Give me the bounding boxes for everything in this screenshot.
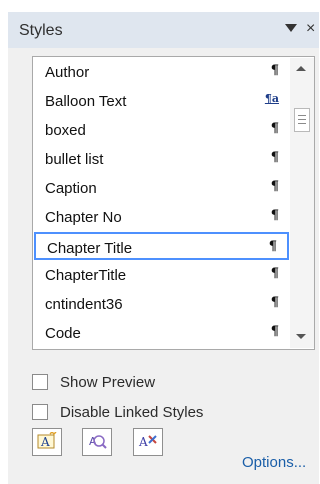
paragraph-mark-icon: ¶ <box>270 150 279 165</box>
paragraph-mark-icon: ¶ <box>270 63 279 78</box>
show-preview-option[interactable]: Show Preview <box>32 371 155 393</box>
style-label: cntindent36 <box>45 296 123 313</box>
close-icon[interactable]: × <box>306 20 315 38</box>
show-preview-checkbox[interactable] <box>32 374 48 390</box>
scroll-down-icon[interactable] <box>296 334 306 339</box>
disable-linked-styles-label: Disable Linked Styles <box>60 403 204 421</box>
style-item-chapter-title[interactable]: Chapter Title ¶ <box>34 232 289 260</box>
style-label: Author <box>45 64 90 81</box>
paragraph-mark-icon: ¶ <box>270 295 279 310</box>
paragraph-mark-icon: ¶ <box>270 266 279 281</box>
styles-list-scrollbar[interactable] <box>290 58 314 348</box>
style-item-cntindent36[interactable]: cntindent36 ¶ <box>34 290 289 318</box>
paragraph-mark-icon: ¶ <box>270 324 279 339</box>
style-item-caption[interactable]: Caption ¶ <box>34 174 289 202</box>
pane-menu-icon[interactable] <box>285 24 297 32</box>
style-label: ChapterTitle <box>45 267 127 284</box>
thumb-grip-line <box>298 115 306 116</box>
style-inspector-button[interactable]: A <box>82 428 112 456</box>
manage-styles-icon: A <box>138 435 157 449</box>
style-item-author[interactable]: Author ¶ <box>34 58 289 86</box>
svg-text:A: A <box>40 435 50 449</box>
svg-text:A: A <box>138 435 148 449</box>
style-label: boxed <box>45 122 86 139</box>
style-label: Caption <box>45 180 97 197</box>
manage-styles-button[interactable]: A <box>133 428 163 456</box>
linked-style-icon: ¶a <box>264 92 279 105</box>
disable-linked-styles-checkbox[interactable] <box>32 404 48 420</box>
style-label: Balloon Text <box>45 93 127 110</box>
scroll-up-icon[interactable] <box>296 66 306 71</box>
paragraph-mark-icon: ¶ <box>270 179 279 194</box>
style-label: Chapter No <box>45 209 122 226</box>
paragraph-mark-icon: ¶ <box>270 121 279 136</box>
top-strip <box>0 0 319 12</box>
show-preview-label: Show Preview <box>60 373 156 391</box>
thumb-grip-line <box>298 123 306 124</box>
disable-linked-styles-option[interactable]: Disable Linked Styles <box>32 401 203 423</box>
style-label: bullet list <box>45 151 104 168</box>
styles-list[interactable]: Author ¶ Balloon Text ¶a boxed ¶ bullet … <box>32 56 315 350</box>
pane-title: Styles <box>19 22 63 39</box>
style-item-chaptertitle[interactable]: ChapterTitle ¶ <box>34 261 289 289</box>
paragraph-mark-icon: ¶ <box>270 208 279 223</box>
pane-left-border <box>0 12 8 484</box>
scroll-thumb[interactable] <box>294 108 310 132</box>
style-item-bullet-list[interactable]: bullet list ¶ <box>34 145 289 173</box>
thumb-grip-line <box>298 119 306 120</box>
new-style-button[interactable]: A <box>32 428 62 456</box>
style-label: Chapter Title <box>47 240 133 257</box>
paragraph-mark-icon: ¶ <box>268 239 277 254</box>
style-inspector-icon: A <box>89 435 107 449</box>
new-style-icon: A <box>37 432 57 449</box>
style-label: Code <box>45 325 81 342</box>
styles-pane-header: Styles × <box>8 12 319 48</box>
options-link[interactable]: Options... <box>242 454 306 471</box>
style-item-balloon-text[interactable]: Balloon Text ¶a <box>34 87 289 115</box>
style-item-boxed[interactable]: boxed ¶ <box>34 116 289 144</box>
style-item-chapter-no[interactable]: Chapter No ¶ <box>34 203 289 231</box>
style-item-code[interactable]: Code ¶ <box>34 319 289 347</box>
